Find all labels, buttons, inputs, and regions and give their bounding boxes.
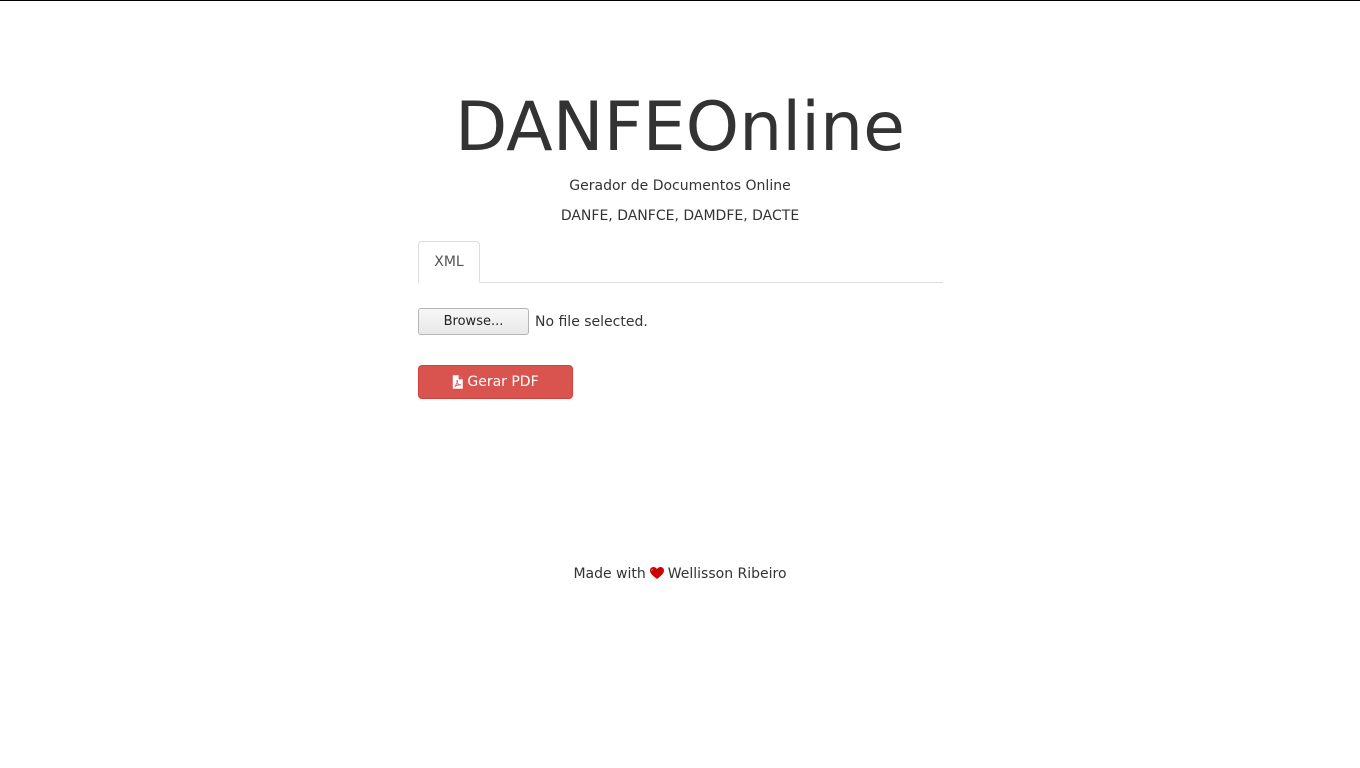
browse-button[interactable]: Browse... — [418, 308, 529, 335]
page-title: DANFEOnline — [455, 88, 905, 167]
file-pdf-icon — [452, 375, 464, 389]
generate-pdf-label: Gerar PDF — [467, 374, 539, 390]
heart-icon — [649, 566, 664, 586]
footer-made-with: Made with — [573, 566, 646, 582]
file-status: No file selected. — [535, 313, 648, 330]
top-border — [0, 0, 1360, 1]
document-types: DANFE, DANFCE, DAMDFE, DACTE — [560, 208, 800, 224]
footer-author: Wellisson Ribeiro — [667, 566, 787, 582]
tab-xml[interactable]: XML — [418, 241, 480, 283]
file-input[interactable]: Browse... No file selected. — [418, 308, 648, 335]
generate-pdf-button[interactable]: Gerar PDF — [418, 365, 573, 399]
tab-bar: XML — [418, 241, 943, 283]
footer: Made with Wellisson Ribeiro — [0, 564, 1360, 586]
page-subtitle: Gerador de Documentos Online — [569, 178, 791, 194]
